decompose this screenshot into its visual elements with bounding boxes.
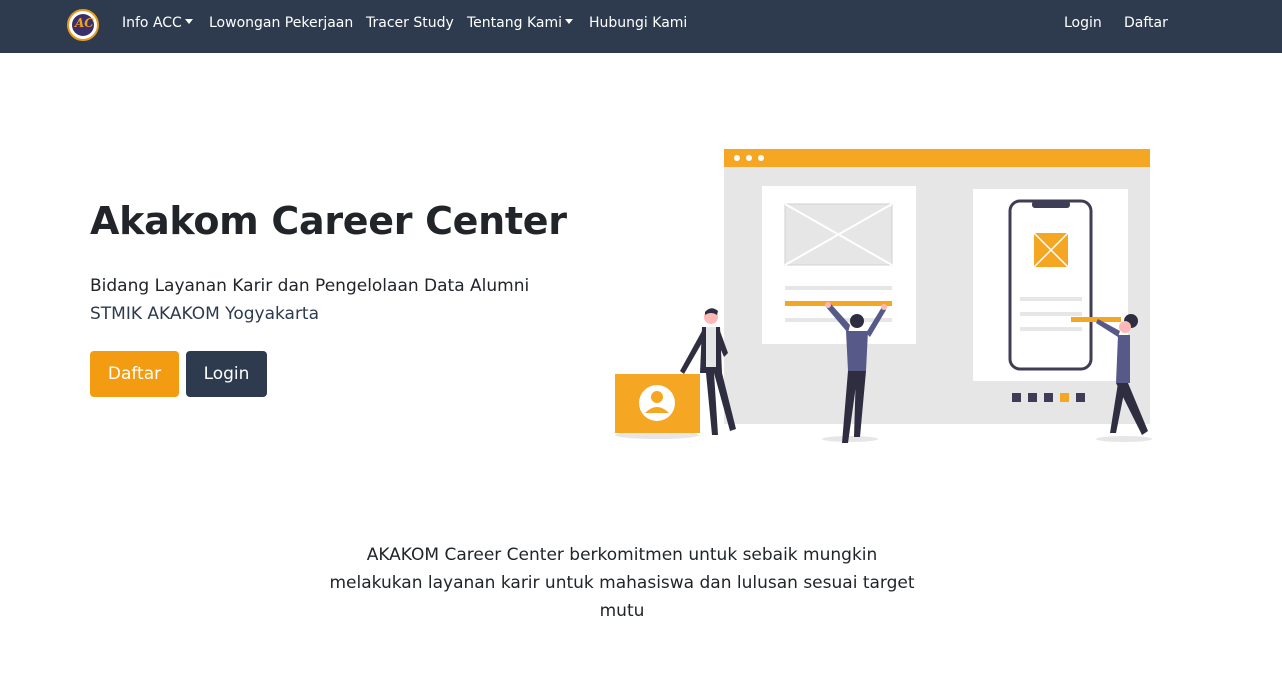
hero-subtitle-line2: STMIK AKAKOM Yogyakarta	[90, 304, 320, 324]
nav-lowongan-label: Lowongan Pekerjaan	[209, 15, 354, 31]
akakom-logo[interactable]: AC	[67, 9, 99, 41]
nav-tracer-study[interactable]: Tracer Study	[366, 15, 454, 31]
nav-hubungi-label: Hubungi Kami	[589, 15, 688, 31]
browser-titlebar	[724, 149, 1150, 167]
logo-text: AC	[75, 16, 94, 30]
mission-statement: AKAKOM Career Center berkomitmen untuk s…	[329, 545, 915, 621]
hero-illustration	[615, 149, 1152, 443]
chevron-down-icon	[564, 19, 573, 24]
register-button[interactable]: Daftar	[90, 351, 179, 397]
nav-tentang-kami[interactable]: Tentang Kami	[467, 15, 573, 31]
nav-tracer-label: Tracer Study	[366, 15, 454, 31]
nav-tentang-label: Tentang Kami	[467, 15, 562, 31]
nav-lowongan-pekerjaan[interactable]: Lowongan Pekerjaan	[209, 15, 353, 31]
hero-title: Akakom Career Center	[90, 199, 567, 243]
top-navbar: AC Info ACC Lowongan Pekerjaan Tracer St…	[0, 0, 1282, 53]
nav-info-acc-label: Info ACC	[122, 15, 182, 31]
phone-icon	[1008, 199, 1093, 371]
login-button[interactable]: Login	[186, 351, 267, 397]
chevron-down-icon	[184, 19, 193, 24]
hero-subtitle: Bidang Layanan Karir dan Pengelolaan Dat…	[90, 272, 560, 328]
nav-hubungi-kami[interactable]: Hubungi Kami	[589, 15, 687, 31]
hero-subtitle-line1: Bidang Layanan Karir dan Pengelolaan Dat…	[90, 276, 530, 296]
nav-info-acc[interactable]: Info ACC	[122, 15, 193, 31]
nav-register-link[interactable]: Daftar	[1124, 15, 1168, 31]
nav-login-link[interactable]: Login	[1064, 15, 1102, 31]
